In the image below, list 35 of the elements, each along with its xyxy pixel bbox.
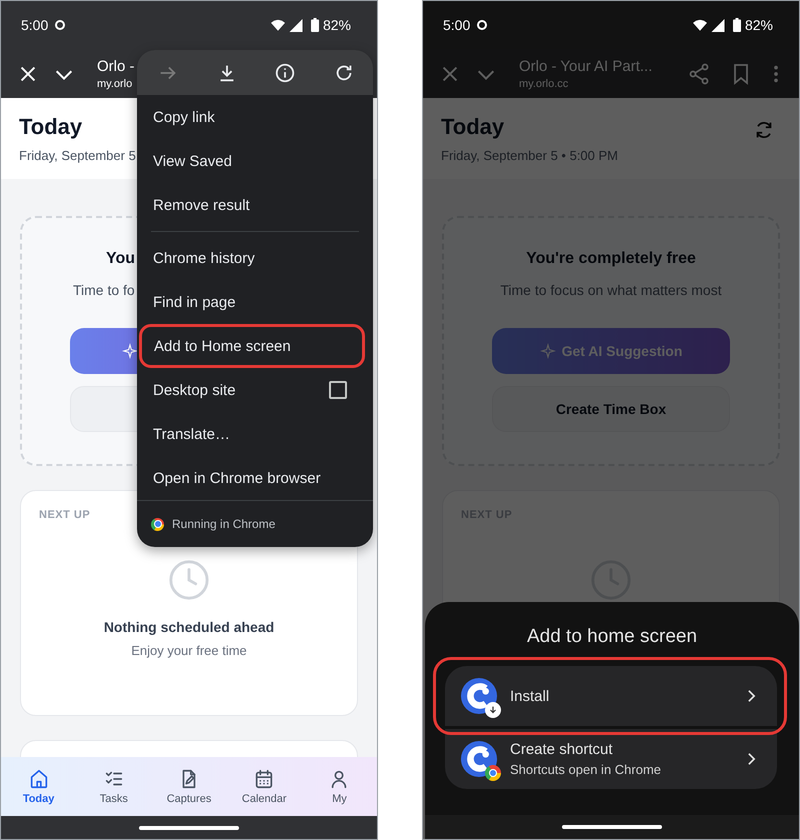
- date-time-text: Friday, September 5 • 5:00 PM: [441, 148, 618, 163]
- menu-footer-text: Running in Chrome: [172, 517, 276, 531]
- card-title: You: [106, 250, 136, 268]
- card-text: Time to focus on what matters most: [500, 282, 722, 298]
- menu-item[interactable]: Open in Chrome browser: [139, 456, 365, 500]
- page-heading: Today: [441, 114, 504, 140]
- page-title: Orlo - Your AI Part...: [519, 58, 652, 74]
- empty-state-title: Nothing scheduled ahead: [104, 619, 274, 635]
- menu-item[interactable]: Chrome history: [139, 236, 365, 280]
- menu-item[interactable]: View Saved: [139, 139, 365, 183]
- battery-percentage: 82%: [322, 17, 351, 33]
- menu-item[interactable]: Desktop site: [139, 368, 365, 412]
- status-time: 5:00: [443, 17, 470, 33]
- sheet-title: Add to home screen: [526, 626, 698, 648]
- status-time: 5:00: [21, 17, 48, 33]
- menu-item[interactable]: Add to Home screen: [139, 324, 365, 368]
- nav-tab[interactable]: My: [302, 757, 377, 816]
- card-title: You're completely free: [526, 250, 696, 268]
- nav-tab[interactable]: Calendar: [226, 757, 302, 816]
- nav-tab[interactable]: Tasks: [76, 757, 152, 816]
- section-label: NEXT UP: [39, 509, 90, 521]
- menu-item[interactable]: Find in page: [139, 280, 365, 324]
- empty-state-text: Enjoy your free time: [131, 643, 247, 658]
- nav-tab[interactable]: Captures: [151, 757, 227, 816]
- page-url: my.orlo.cc: [519, 78, 568, 90]
- battery-percentage: 82%: [744, 17, 773, 33]
- card-text: Time to fo: [73, 282, 135, 298]
- menu-item[interactable]: Remove result: [139, 183, 365, 227]
- page-heading: Today: [19, 114, 82, 140]
- menu-item[interactable]: Copy link: [139, 95, 365, 139]
- date-time-text: Friday, September 5: [19, 148, 136, 163]
- nav-tab[interactable]: Today: [1, 757, 76, 816]
- page-title: Orlo -: [97, 58, 134, 74]
- page-url: my.orlo: [97, 78, 132, 90]
- menu-item[interactable]: Translate…: [139, 412, 365, 456]
